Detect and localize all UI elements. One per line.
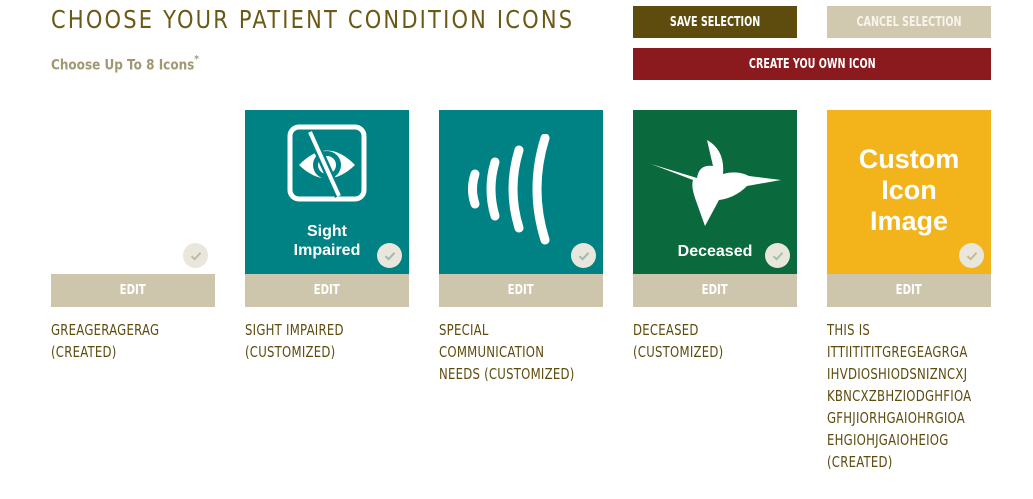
checkmark-icon[interactable] [765,243,790,268]
checkmark-icon[interactable] [377,243,402,268]
subtitle-text: Choose Up To 8 Icons [51,57,195,74]
checkmark-icon[interactable] [571,243,596,268]
icon-caption: GREAGERAGERAG (CREATED) [51,321,160,361]
custom-icon-image-text: Custom Icon Image [858,144,960,236]
icon-caption: SPECIAL COMMUNICATION NEEDS (CUSTOMIZED) [439,321,575,383]
icon-caption: SIGHT IMPAIRED (CUSTOMIZED) [245,321,344,361]
sound-waves-icon [468,134,550,245]
cancel-selection-button[interactable]: CANCEL SELECTION [827,6,991,38]
eye-slash-icon [287,124,367,202]
icon-tile-sight-impaired[interactable]: Sight Impaired [245,110,409,274]
icon-card: Deceased EDIT DECEASED (CUSTOMIZED) [633,110,797,363]
required-asterisk: * [194,54,199,65]
checkmark-icon[interactable] [183,243,208,268]
icon-card: EDIT SPECIAL COMMUNICATION NEEDS (CUSTOM… [439,110,603,385]
icon-tile-blank[interactable] [51,110,215,274]
icon-caption: DECEASED (CUSTOMIZED) [633,321,724,361]
subtitle: Choose Up To 8 Icons* [51,54,199,74]
icon-tile-communication[interactable] [439,110,603,274]
edit-button[interactable]: EDIT [439,274,603,307]
save-selection-label: SAVE SELECTION [669,14,761,30]
icon-tile-deceased[interactable]: Deceased [633,110,797,274]
edit-label: EDIT [507,283,535,298]
icon-card: Custom Icon Image EDIT THIS IS ITTIITITI… [827,110,991,473]
edit-label: EDIT [313,283,341,298]
create-own-icon-button[interactable]: CREATE YOU OWN ICON [633,48,991,80]
icon-caption: THIS IS ITTIITITITGREGEAGRGA IHVDIOSHIOD… [827,321,972,471]
icon-tile-custom[interactable]: Custom Icon Image [827,110,991,274]
edit-label: EDIT [895,283,923,298]
icon-card: EDIT GREAGERAGERAG (CREATED) [51,110,215,363]
icon-card: Sight Impaired EDIT SIGHT IMPAIRED (CUST… [245,110,409,363]
edit-button[interactable]: EDIT [633,274,797,307]
page-title: CHOOSE YOUR PATIENT CONDITION ICONS [51,5,575,34]
edit-button[interactable]: EDIT [245,274,409,307]
checkmark-icon[interactable] [959,243,984,268]
edit-label: EDIT [119,283,147,298]
edit-label: EDIT [701,283,729,298]
create-own-icon-label: CREATE YOU OWN ICON [748,56,876,72]
edit-button[interactable]: EDIT [51,274,215,307]
edit-button[interactable]: EDIT [827,274,991,307]
save-selection-button[interactable]: SAVE SELECTION [633,6,797,38]
cancel-selection-label: CANCEL SELECTION [856,14,962,30]
hummingbird-icon [651,140,781,226]
